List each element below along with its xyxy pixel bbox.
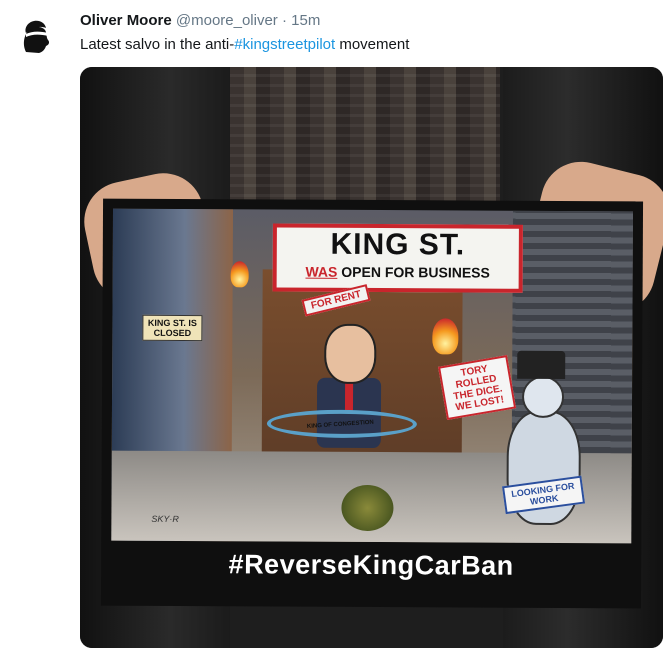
flame-icon [230, 261, 249, 288]
separator-dot: · [281, 12, 287, 29]
tweet-photo[interactable]: KING ST. WAS OPEN FOR BUSINESS KING ST. … [80, 67, 663, 648]
tory-sign: TORY ROLLED THE DICE. WE LOST! [438, 355, 517, 421]
hashtag-link[interactable]: #kingstreetpilot [234, 36, 335, 53]
sign-was: WAS [305, 263, 338, 280]
poster-hashtag-caption: #ReverseKingCarBan [228, 549, 514, 581]
sign-title: KING ST. [330, 227, 466, 262]
tumbleweed [341, 484, 394, 532]
avatar[interactable] [12, 12, 60, 60]
snowman-head [521, 375, 565, 419]
tweet-header: Oliver Moore @moore_oliver · 15m [80, 10, 320, 32]
poster-artwork: KING ST. WAS OPEN FOR BUSINESS KING ST. … [111, 208, 634, 544]
cartoon-poster: KING ST. WAS OPEN FOR BUSINESS KING ST. … [100, 198, 644, 609]
torch-flame-icon [432, 318, 459, 355]
closed-sign: KING ST. IS CLOSED [142, 314, 203, 342]
tweet-text-suffix: movement [335, 36, 410, 53]
user-handle[interactable]: @moore_oliver [176, 12, 278, 29]
snowman-hat [517, 350, 566, 380]
timestamp[interactable]: 15m [291, 12, 320, 29]
caricature-tie [344, 379, 354, 412]
display-name[interactable]: Oliver Moore [80, 12, 172, 29]
artist-signature: SKY·R [151, 513, 179, 524]
tweet-text: Latest salvo in the anti-#kingstreetpilo… [80, 34, 409, 56]
tweet-text-prefix: Latest salvo in the anti- [80, 36, 235, 53]
sign-subtitle: WAS OPEN FOR BUSINESS [277, 261, 519, 282]
moor-head-avatar-icon [23, 20, 56, 53]
caricature-head [324, 323, 377, 385]
scarf [230, 67, 500, 217]
king-st-sign: KING ST. WAS OPEN FOR BUSINESS [272, 223, 523, 293]
sign-subtitle-rest: OPEN FOR BUSINESS [337, 263, 490, 281]
